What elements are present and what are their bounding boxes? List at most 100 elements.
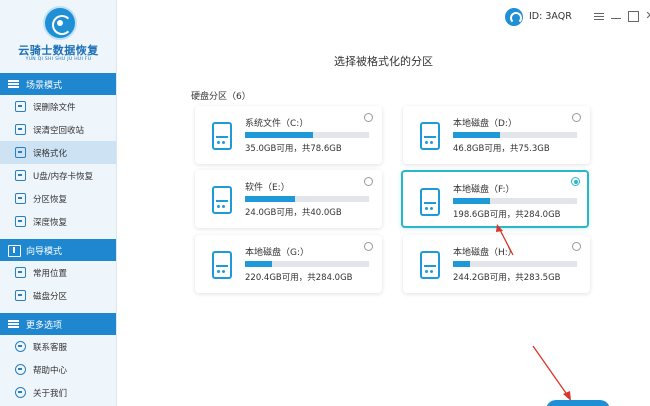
hard-disk-icon (212, 122, 232, 150)
sidebar-item-label: 分区恢复 (33, 194, 68, 205)
section-more-options: 更多选项 (0, 313, 116, 335)
sidebar-item-customer-service[interactable]: 联系客服 (0, 335, 116, 358)
partition-radio[interactable] (364, 113, 373, 122)
partition-radio[interactable] (364, 177, 373, 186)
usage-bar-fill (453, 261, 471, 267)
usage-bar (453, 261, 577, 267)
app-logo-icon (45, 8, 75, 38)
partition-card-e[interactable]: 软件（E:） 24.0GB可用，共40.0GB (195, 170, 382, 228)
title-bar: ID: 3AQR ✕ (117, 0, 650, 34)
user-icon[interactable] (505, 8, 523, 26)
hard-disk-icon (212, 186, 232, 214)
usage-bar-fill (245, 261, 273, 267)
partition-name: 本地磁盘（G:） (245, 248, 310, 258)
partition-capacity: 35.0GB可用，共78.6GB (245, 144, 342, 154)
partition-name: 本地磁盘（D:） (453, 119, 517, 129)
usage-bar-fill (245, 132, 314, 138)
close-button[interactable]: ✕ (643, 9, 650, 23)
recycle-bin-icon (15, 124, 26, 135)
partition-name: 本地磁盘（F:） (453, 185, 515, 195)
partition-card-h[interactable]: 本地磁盘（H:） 244.2GB可用，共283.5GB (403, 235, 590, 293)
brand-subtitle: YUN QI SHI SHU JU HUI FU (25, 57, 92, 62)
usb-drive-icon (15, 170, 26, 181)
section-wizard-mode: 向导模式 (0, 239, 116, 261)
usage-bar-fill (453, 198, 491, 204)
partition-capacity: 220.4GB可用，共284.0GB (245, 273, 353, 283)
partition-capacity: 244.2GB可用，共283.5GB (453, 273, 561, 283)
sidebar-item-label: 磁盘分区 (33, 291, 68, 302)
sidebar-item-about[interactable]: 关于我们 (0, 381, 116, 404)
usage-bar (453, 198, 577, 204)
minimize-button[interactable] (609, 9, 623, 23)
sidebar-item-disk-partition[interactable]: 磁盘分区 (0, 284, 116, 307)
sidebar-item-label: U盘/内存卡恢复 (33, 171, 94, 182)
partition-group-label: 硬盘分区（6） (191, 92, 251, 102)
section-title: 更多选项 (26, 320, 63, 331)
brand-name: 云骑士数据恢复 (18, 44, 99, 57)
sidebar-item-partition[interactable]: 分区恢复 (0, 187, 116, 210)
sidebar: 云骑士数据恢复 YUN QI SHI SHU JU HUI FU 场景模式 误删… (0, 0, 117, 406)
disk-partition-icon (15, 290, 26, 301)
partition-name: 系统文件（C:） (245, 119, 309, 129)
deep-scan-icon (15, 216, 26, 227)
partition-card-d[interactable]: 本地磁盘（D:） 46.8GB可用，共75.3GB (403, 106, 590, 164)
partition-capacity: 24.0GB可用，共40.0GB (245, 208, 342, 218)
logo: 云骑士数据恢复 YUN QI SHI SHU JU HUI FU (0, 0, 116, 73)
usage-bar-fill (453, 132, 501, 138)
sidebar-item-deep-recovery[interactable]: 深度恢复 (0, 210, 116, 233)
partition-name: 软件（E:） (245, 183, 290, 193)
sidebar-item-format[interactable]: 误格式化 (0, 141, 116, 164)
sidebar-item-help-center[interactable]: 帮助中心 (0, 358, 116, 381)
file-delete-icon (15, 101, 26, 112)
usage-bar (245, 196, 369, 202)
user-id: ID: 3AQR (529, 11, 572, 22)
partition-icon (15, 193, 26, 204)
usage-bar (453, 132, 577, 138)
menu-button[interactable] (592, 9, 606, 23)
list-icon (8, 79, 20, 89)
sidebar-item-usb[interactable]: U盘/内存卡恢复 (0, 164, 116, 187)
sidebar-item-label: 误清空回收站 (33, 125, 85, 136)
maximize-button[interactable] (626, 9, 640, 23)
sidebar-item-label: 常用位置 (33, 268, 68, 279)
partition-radio[interactable] (572, 113, 581, 122)
about-icon (15, 387, 26, 398)
annotation-arrow-next-button (532, 345, 571, 401)
wizard-icon (8, 245, 21, 257)
page-title: 选择被格式化的分区 (334, 55, 433, 68)
sidebar-item-label: 误删除文件 (33, 102, 76, 113)
common-location-icon (15, 267, 26, 278)
sidebar-item-recycle-bin[interactable]: 误清空回收站 (0, 118, 116, 141)
partition-capacity: 198.6GB可用，共284.0GB (453, 210, 561, 220)
partition-radio-selected[interactable] (571, 177, 580, 186)
help-center-icon (15, 364, 26, 375)
sidebar-item-label: 联系客服 (33, 342, 68, 353)
usage-bar (245, 132, 369, 138)
partition-card-f[interactable]: 本地磁盘（F:） 198.6GB可用，共284.0GB (401, 170, 589, 228)
section-scene-mode: 场景模式 (0, 73, 116, 95)
next-button[interactable] (546, 400, 610, 406)
sidebar-item-label: 关于我们 (33, 388, 68, 399)
partition-card-c[interactable]: 系统文件（C:） 35.0GB可用，共78.6GB (195, 106, 382, 164)
format-icon (15, 147, 26, 158)
usage-bar (245, 261, 369, 267)
sidebar-item-label: 深度恢复 (33, 217, 68, 228)
hard-disk-icon (420, 251, 440, 279)
section-title: 向导模式 (26, 246, 63, 257)
hard-disk-icon (212, 251, 232, 279)
customer-service-icon (15, 341, 26, 352)
hard-disk-icon (420, 122, 440, 150)
sidebar-item-deleted-files[interactable]: 误删除文件 (0, 95, 116, 118)
hard-disk-icon (420, 188, 440, 216)
usage-bar-fill (245, 196, 295, 202)
partition-capacity: 46.8GB可用，共75.3GB (453, 144, 550, 154)
list-icon (8, 319, 20, 329)
section-title: 场景模式 (26, 80, 63, 91)
sidebar-item-label: 帮助中心 (33, 365, 68, 376)
partition-name: 本地磁盘（H:） (453, 248, 517, 258)
partition-card-g[interactable]: 本地磁盘（G:） 220.4GB可用，共284.0GB (195, 235, 382, 293)
sidebar-item-common-location[interactable]: 常用位置 (0, 261, 116, 284)
sidebar-item-label: 误格式化 (33, 148, 68, 159)
partition-radio[interactable] (572, 242, 581, 251)
partition-radio[interactable] (364, 242, 373, 251)
